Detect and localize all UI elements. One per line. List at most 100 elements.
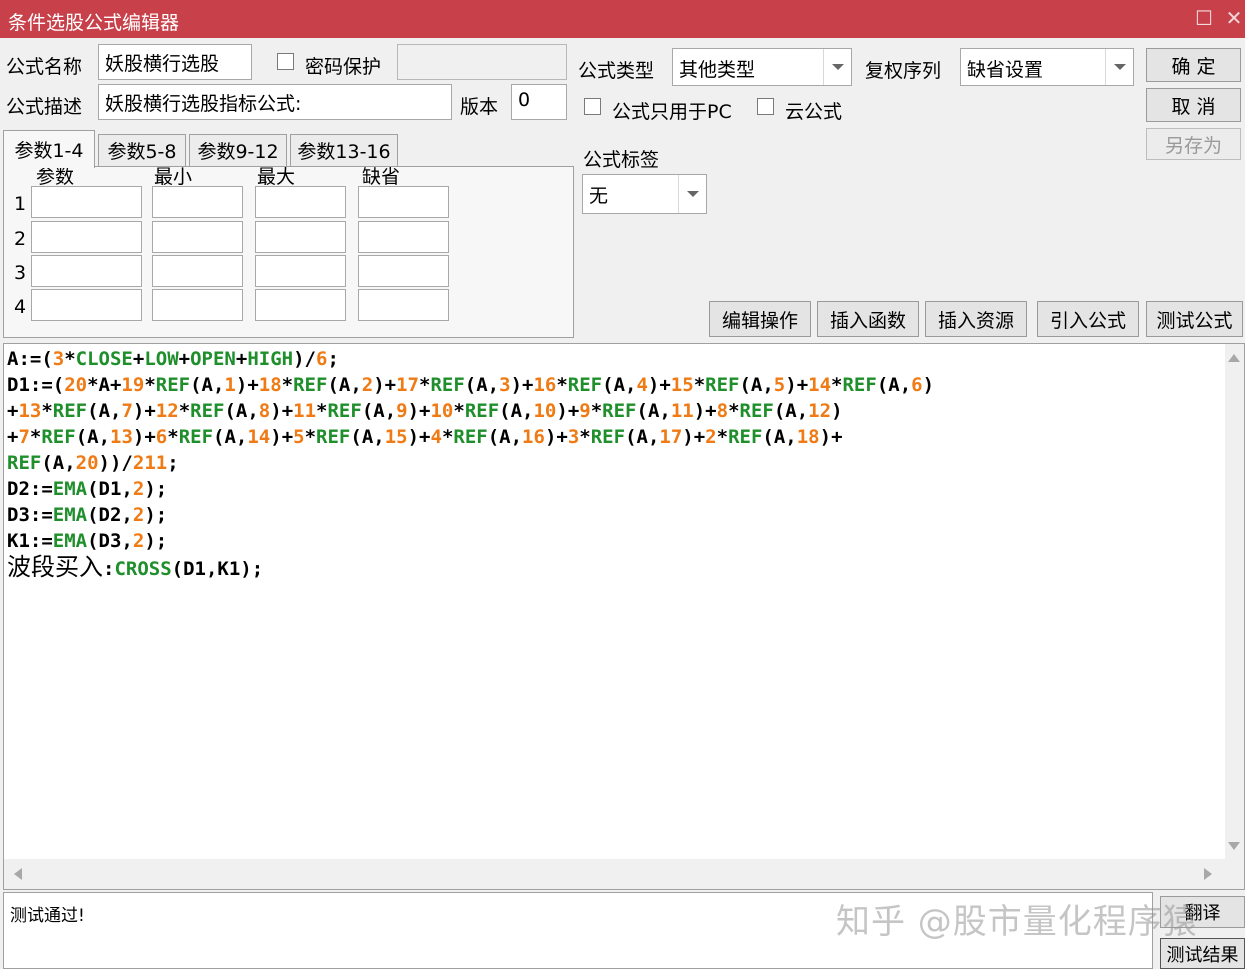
code-text: *	[693, 374, 706, 396]
code-number: 2	[132, 478, 145, 500]
insert-function-button[interactable]: 插入函数	[817, 301, 919, 337]
formula-desc-input[interactable]: 妖股横行选股指标公式:	[98, 84, 452, 120]
formula-tag-select[interactable]: 无	[582, 174, 707, 214]
code-number: 6	[155, 426, 168, 448]
scroll-up-icon[interactable]	[1228, 354, 1240, 362]
cloud-label: 云公式	[785, 101, 843, 123]
code-text: :	[103, 558, 115, 580]
tab-params-1-4[interactable]: 参数1-4	[3, 130, 95, 168]
chevron-down-icon[interactable]	[823, 49, 851, 85]
param-2-max-input[interactable]	[255, 221, 346, 253]
code-line[interactable]: D3:=EMA(D2,2);	[7, 502, 934, 528]
chevron-down-icon[interactable]	[678, 175, 706, 213]
code-text: )+	[270, 426, 294, 448]
param-2-name-input[interactable]	[31, 221, 142, 253]
edit-ops-button[interactable]: 编辑操作	[709, 301, 811, 337]
code-text: )+	[407, 400, 431, 422]
code-text: (A,	[739, 374, 774, 396]
code-line[interactable]: +13*REF(A,7)+12*REF(A,8)+11*REF(A,9)+10*…	[7, 398, 934, 424]
code-line[interactable]: 波段买入:CROSS(D1,K1);	[7, 554, 934, 582]
insert-resource-button[interactable]: 插入资源	[925, 301, 1027, 337]
code-text: )+	[132, 400, 156, 422]
param-2-min-input[interactable]	[152, 221, 243, 253]
code-text: ;	[167, 452, 179, 474]
code-number: 1	[224, 374, 236, 396]
code-number: 14	[247, 426, 271, 448]
param-row-number: 2	[14, 228, 27, 250]
code-keyword: REF	[453, 426, 488, 448]
scroll-right-icon[interactable]	[1204, 868, 1212, 880]
code-line[interactable]: A:=(3*CLOSE+LOW+OPEN+HIGH)/6;	[7, 346, 934, 372]
password-checkbox[interactable]	[277, 53, 294, 70]
code-line[interactable]: K1:=EMA(D3,2);	[7, 528, 934, 554]
code-text: +	[7, 426, 19, 448]
pc-only-label: 公式只用于PC	[612, 101, 732, 123]
chevron-down-icon[interactable]	[1105, 49, 1133, 85]
scroll-down-icon[interactable]	[1228, 842, 1240, 850]
password-input	[397, 44, 567, 80]
import-formula-button[interactable]: 引入公式	[1037, 301, 1139, 337]
param-4-name-input[interactable]	[31, 289, 142, 321]
code-keyword: REF	[590, 426, 626, 448]
code-number: 4	[636, 374, 648, 396]
param-1-max-input[interactable]	[255, 186, 346, 218]
code-text: )+	[132, 426, 156, 448]
param-3-min-input[interactable]	[152, 255, 243, 287]
code-number: 12	[155, 400, 179, 422]
vertical-scrollbar[interactable]	[1225, 344, 1244, 859]
code-text: (A,	[87, 400, 122, 422]
test-formula-button[interactable]: 测试公式	[1146, 301, 1243, 337]
code-keyword: REF	[41, 426, 76, 448]
param-3-name-input[interactable]	[31, 255, 142, 287]
param-3-default-input[interactable]	[358, 255, 449, 287]
code-number: 5	[293, 426, 305, 448]
param-1-default-input[interactable]	[358, 186, 449, 218]
code-keyword: REF	[52, 400, 88, 422]
code-keyword: REF	[464, 400, 500, 422]
param-4-default-input[interactable]	[358, 289, 449, 321]
param-1-min-input[interactable]	[152, 186, 243, 218]
version-input[interactable]: 0	[511, 84, 567, 120]
cancel-button[interactable]: 取 消	[1146, 88, 1241, 122]
code-text: )+	[556, 400, 580, 422]
code-line[interactable]: +7*REF(A,13)+6*REF(A,14)+5*REF(A,15)+4*R…	[7, 424, 934, 450]
code-line[interactable]: D1:=(20*A+19*REF(A,1)+18*REF(A,2)+17*REF…	[7, 372, 934, 398]
fuquan-select[interactable]: 缺省设置	[960, 48, 1134, 86]
param-1-name-input[interactable]	[31, 186, 142, 218]
code-text: D3:=	[7, 504, 53, 526]
param-4-max-input[interactable]	[255, 289, 346, 321]
formula-name-input[interactable]: 妖股横行选股	[98, 44, 252, 80]
code-number: 16	[522, 426, 545, 448]
save-as-button[interactable]: 另存为	[1146, 128, 1241, 160]
code-text: )+	[682, 426, 706, 448]
scroll-left-icon[interactable]	[14, 868, 22, 880]
confirm-button[interactable]: 确 定	[1146, 48, 1241, 82]
param-4-min-input[interactable]	[152, 289, 243, 321]
code-text: *	[556, 374, 568, 396]
formula-code[interactable]: A:=(3*CLOSE+LOW+OPEN+HIGH)/6; D1:=(20*A+1…	[7, 346, 934, 582]
code-number: 4	[430, 426, 442, 448]
code-number: 10	[430, 400, 454, 422]
code-keyword: REF	[190, 400, 225, 422]
code-line[interactable]: D2:=EMA(D1,2);	[7, 476, 934, 502]
code-keyword: REF	[155, 374, 191, 396]
close-icon[interactable]: ✕	[1221, 6, 1245, 30]
code-text: (A,	[213, 426, 248, 448]
code-number: 2	[132, 504, 145, 526]
param-3-max-input[interactable]	[255, 255, 346, 287]
horizontal-scrollbar[interactable]	[4, 859, 1225, 889]
code-line[interactable]: REF(A,20))/211;	[7, 450, 934, 476]
code-text: *	[29, 426, 42, 448]
pc-only-checkbox[interactable]	[584, 98, 601, 115]
code-text: (D1,	[87, 478, 133, 500]
cloud-checkbox[interactable]	[757, 98, 774, 115]
code-number: 11	[670, 400, 694, 422]
code-text: (A,	[224, 400, 259, 422]
param-2-default-input[interactable]	[358, 221, 449, 253]
code-text: )+	[510, 374, 534, 396]
formula-editor[interactable]: A:=(3*CLOSE+LOW+OPEN+HIGH)/6; D1:=(20*A+1…	[3, 343, 1245, 890]
code-keyword: EMA	[52, 478, 88, 500]
formula-type-select[interactable]: 其他类型	[672, 48, 852, 86]
code-keyword: HIGH	[247, 348, 294, 370]
maximize-icon[interactable]: ☐	[1191, 6, 1217, 30]
